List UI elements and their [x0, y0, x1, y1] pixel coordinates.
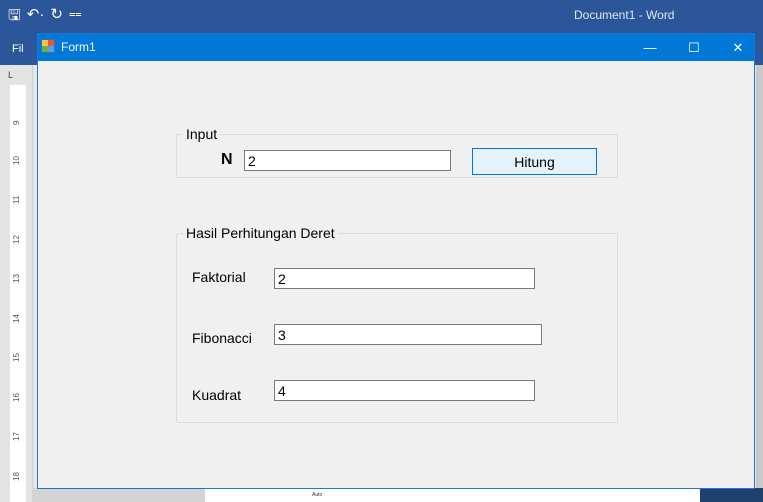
word-file-tab[interactable]: Fil	[12, 43, 24, 55]
ruler-number: 11	[12, 195, 21, 204]
hasil-group-legend: Hasil Perhitungan Deret	[186, 225, 335, 241]
form-title: Form1	[61, 40, 96, 54]
hitung-button[interactable]: Hitung	[472, 148, 597, 175]
word-window-title: Document1 - Word	[574, 8, 675, 22]
ruler-number: 17	[12, 432, 21, 441]
minimize-button[interactable]: —	[628, 34, 672, 61]
n-input[interactable]	[244, 150, 451, 171]
ruler-number: 12	[12, 234, 21, 244]
maximize-button[interactable]: ☐	[672, 34, 716, 61]
redo-icon[interactable]: ↻	[50, 5, 63, 30]
ruler-number: 15	[12, 353, 21, 362]
kuadrat-label: Kuadrat	[192, 387, 242, 403]
customize-qat-icon[interactable]: ⩵	[69, 8, 82, 30]
close-button[interactable]: ✕	[716, 34, 760, 61]
undo-icon[interactable]: ↶·	[27, 5, 45, 30]
form-app-icon	[41, 39, 55, 53]
form1-window: Form1 — ☐ ✕ Input N Hitung Hasil Perhitu…	[37, 33, 755, 489]
ruler-number: 10	[12, 155, 21, 165]
faktorial-label: Faktorial	[192, 269, 246, 285]
form-titlebar[interactable]: Form1 — ☐ ✕	[38, 34, 754, 61]
kuadrat-output[interactable]	[274, 380, 535, 401]
word-status-strip	[700, 488, 763, 502]
n-label: N	[221, 151, 233, 168]
ruler-number: 16	[12, 392, 21, 402]
word-document-page	[205, 488, 700, 502]
tab-selector[interactable]: L	[8, 70, 13, 80]
fibonacci-label: Fibonacci	[192, 330, 252, 346]
word-bottom-text: Auto	[312, 492, 323, 498]
fibonacci-output[interactable]	[274, 324, 542, 345]
quick-access-toolbar: 🖫 ↶· ↻ ⩵	[8, 5, 82, 30]
ruler-number: 14	[12, 313, 21, 323]
word-document-edge	[756, 65, 763, 488]
ruler-number: 18	[12, 471, 21, 481]
ruler-number: 13	[12, 274, 21, 283]
input-group-legend: Input	[186, 126, 218, 142]
word-titlebar: 🖫 ↶· ↻ ⩵ Document1 - Word	[0, 0, 763, 33]
save-icon[interactable]: 🖫	[8, 5, 21, 30]
ruler-number: 9	[12, 120, 21, 125]
faktorial-output[interactable]	[274, 268, 535, 289]
